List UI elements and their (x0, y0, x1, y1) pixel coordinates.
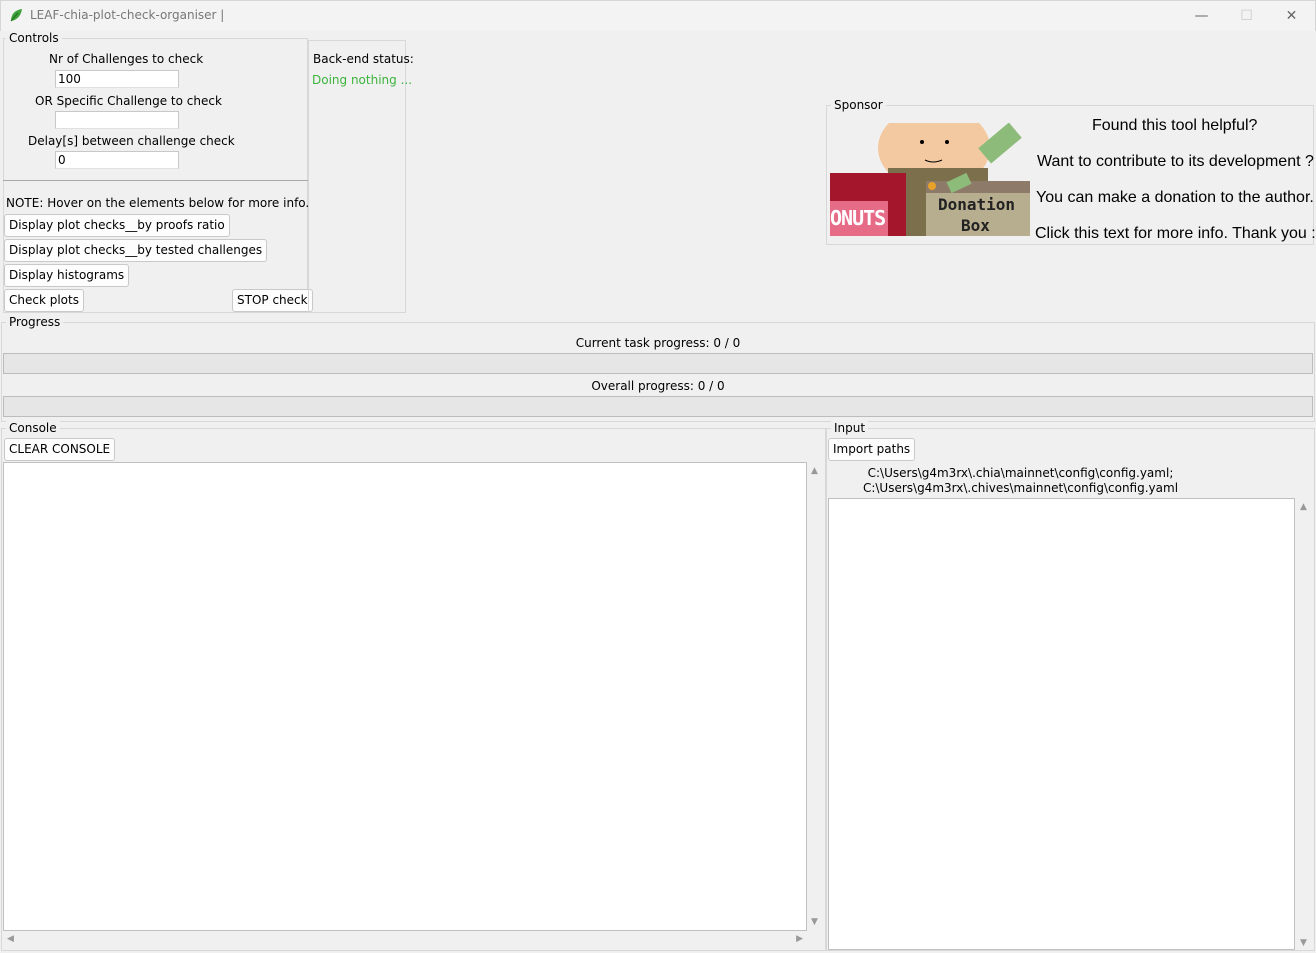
delay-label: Delay[s] between challenge check (28, 134, 235, 148)
sponsor-line-3[interactable]: You can make a donation to the author. (1036, 189, 1314, 207)
overall-progress-bar (3, 396, 1313, 417)
delay-input[interactable]: 0 (55, 151, 179, 169)
check-plots-button[interactable]: Check plots (4, 289, 84, 312)
controls-separator (3, 180, 308, 181)
donation-box-image[interactable]: ONUTS Donation Box (830, 123, 1030, 236)
box-text: Box (961, 216, 990, 235)
console-vertical-scrollbar[interactable]: ▲ ▼ (807, 462, 824, 931)
console-horizontal-scrollbar[interactable]: ◀ ▶ (3, 931, 807, 948)
sponsor-line-1[interactable]: Found this tool helpful? (1092, 117, 1257, 135)
scroll-down-arrow-icon[interactable]: ▼ (811, 917, 818, 927)
clear-console-button[interactable]: CLEAR CONSOLE (4, 438, 116, 461)
nr-challenges-label: Nr of Challenges to check (49, 52, 204, 66)
maximize-button[interactable]: ☐ (1224, 0, 1269, 31)
display-histograms-button[interactable]: Display histograms (4, 264, 130, 287)
import-paths-button[interactable]: Import paths (828, 438, 916, 461)
config-path-2: C:\Users\g4m3rx\.chives\mainnet\config\c… (862, 481, 1179, 495)
backend-status-value: Doing nothing ... (312, 73, 413, 87)
console-frame-label: Console (6, 421, 60, 435)
sponsor-line-2[interactable]: Want to contribute to its development ? (1037, 153, 1314, 171)
nr-challenges-input[interactable]: 100 (55, 70, 179, 88)
specific-challenge-input[interactable] (55, 111, 179, 129)
minimize-button[interactable]: — (1179, 0, 1224, 31)
console-output[interactable] (3, 462, 807, 931)
window-title: LEAF-chia-plot-check-organiser | (30, 8, 225, 22)
controls-frame-label: Controls (6, 31, 62, 45)
overall-progress-label: Overall progress: 0 / 0 (591, 379, 725, 393)
scroll-up-arrow-icon[interactable]: ▲ (1300, 502, 1307, 512)
input-paths-textbox[interactable] (828, 498, 1295, 950)
specific-challenge-label: OR Specific Challenge to check (35, 94, 222, 108)
donuts-sign-text: ONUTS (830, 206, 886, 230)
hover-note: NOTE: Hover on the elements below for mo… (6, 196, 310, 210)
scroll-right-arrow-icon[interactable]: ▶ (796, 934, 803, 944)
display-proofs-ratio-button[interactable]: Display plot checks__by proofs ratio (4, 214, 230, 237)
current-task-progress-bar (3, 353, 1313, 374)
donation-text: Donation (938, 195, 1016, 214)
sponsor-frame-label: Sponsor (831, 98, 886, 112)
close-button[interactable]: ✕ (1269, 0, 1314, 31)
leaf-app-icon (10, 9, 22, 22)
scroll-left-arrow-icon[interactable]: ◀ (7, 934, 14, 944)
input-frame-label: Input (831, 421, 869, 435)
current-task-progress-label: Current task progress: 0 / 0 (575, 336, 741, 350)
config-path-1: C:\Users\g4m3rx\.chia\mainnet\config\con… (867, 466, 1174, 480)
backend-status-label: Back-end status: (313, 52, 414, 66)
scroll-up-arrow-icon[interactable]: ▲ (811, 466, 818, 476)
stop-check-button[interactable]: STOP check (232, 289, 313, 312)
input-vertical-scrollbar[interactable]: ▲ ▼ (1296, 498, 1313, 950)
scroll-down-arrow-icon[interactable]: ▼ (1300, 938, 1307, 948)
progress-frame-label: Progress (6, 315, 64, 329)
sponsor-line-4[interactable]: Click this text for more info. Thank you… (1035, 225, 1316, 243)
display-tested-challenges-button[interactable]: Display plot checks__by tested challenge… (4, 239, 268, 262)
